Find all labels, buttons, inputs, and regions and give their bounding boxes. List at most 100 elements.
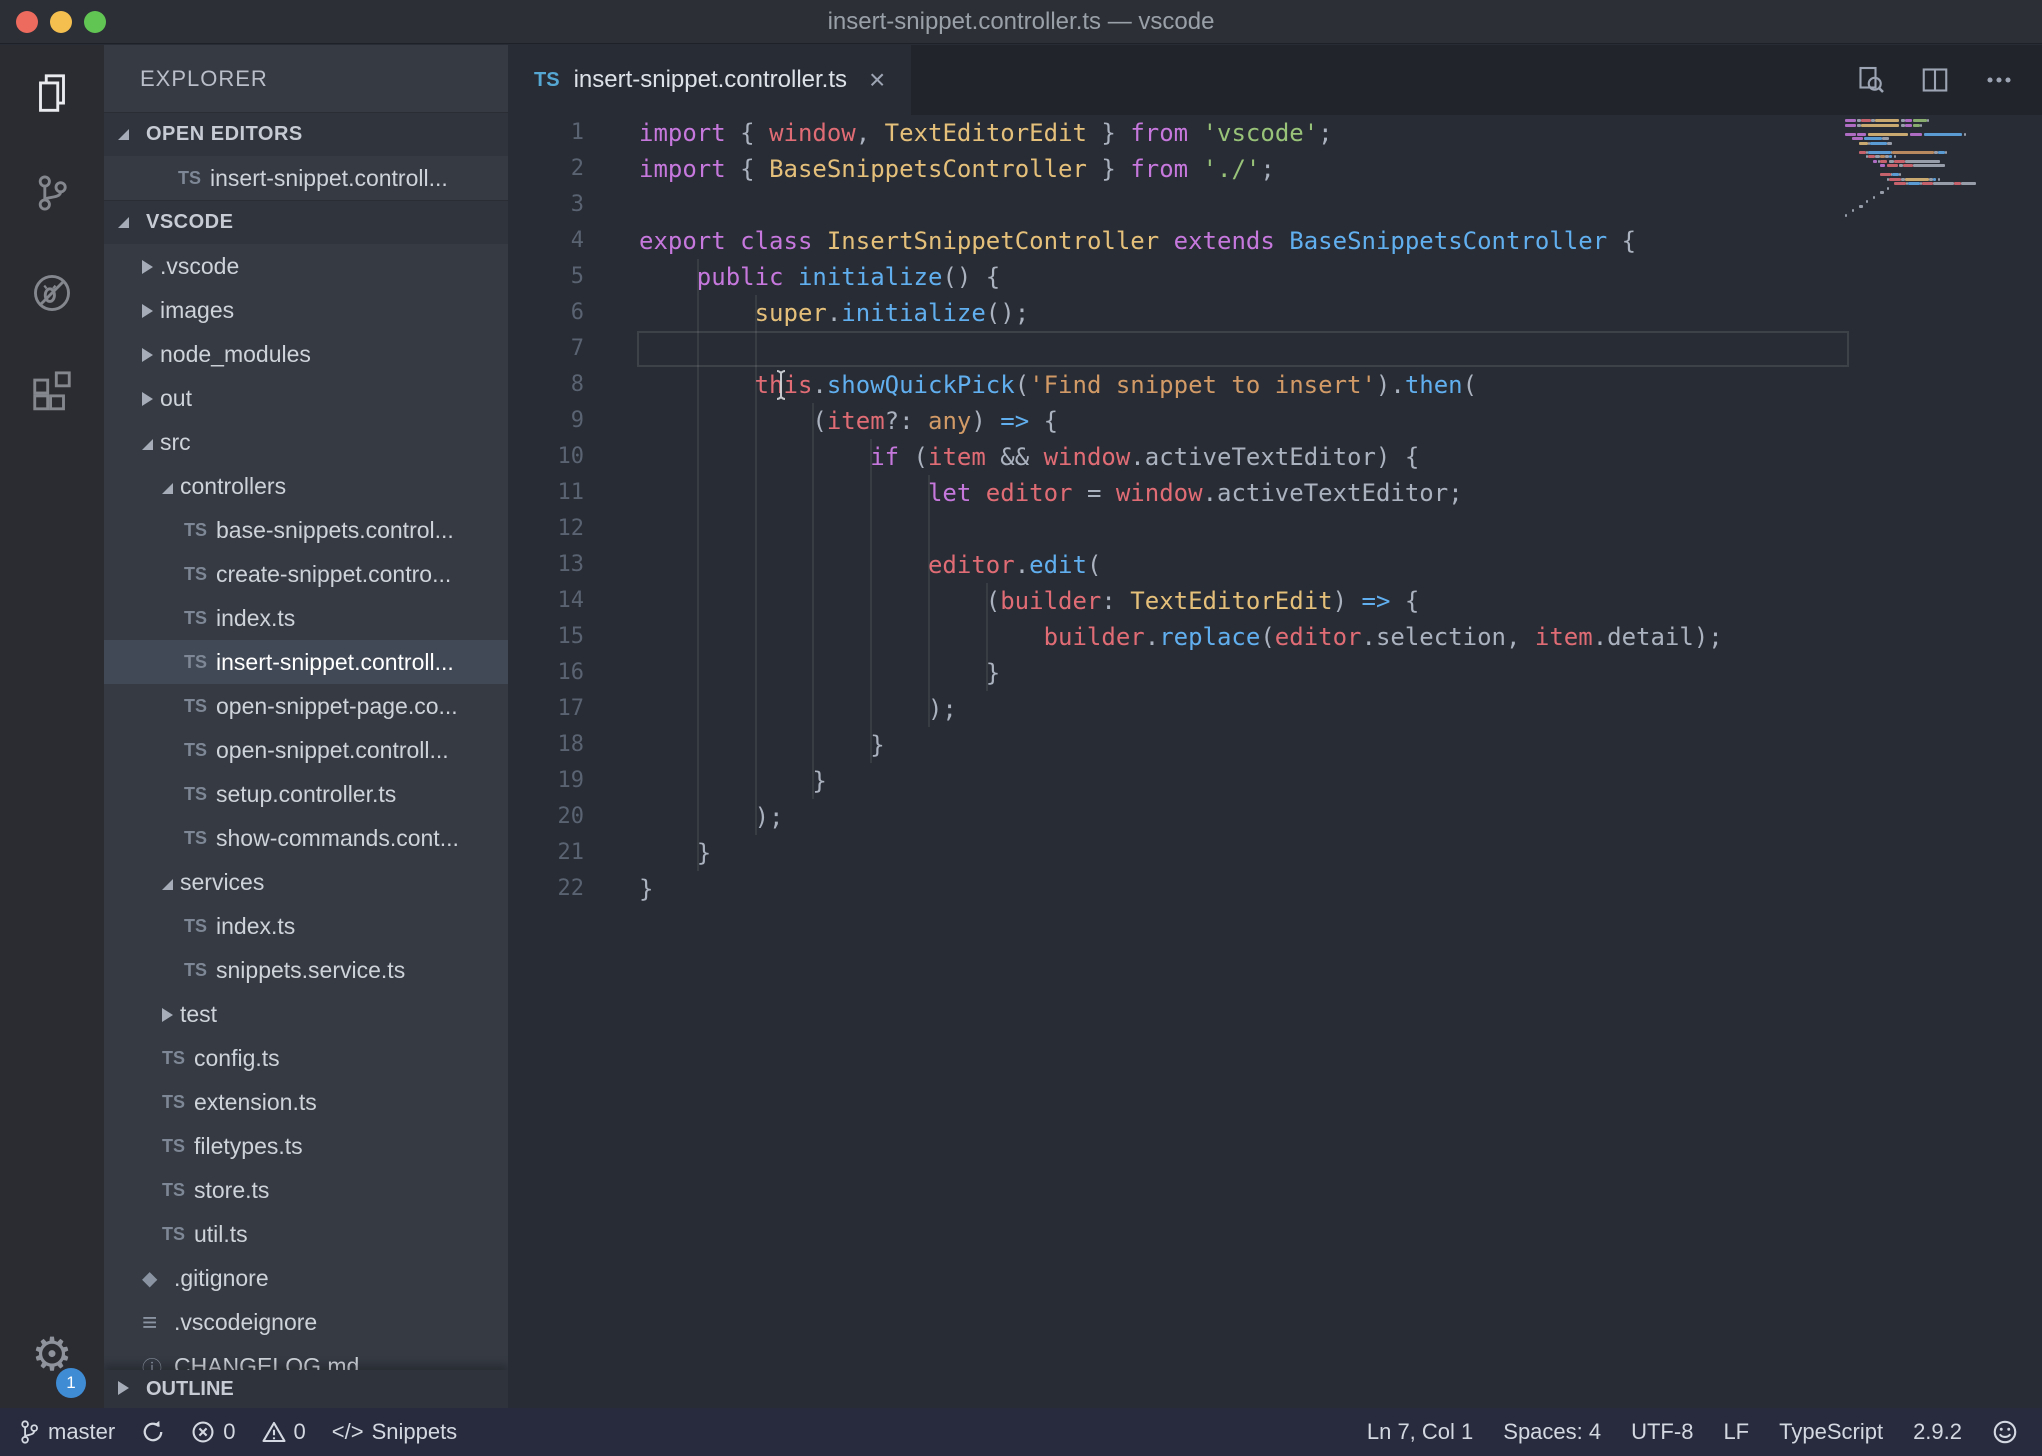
tree-item-controllers[interactable]: controllers [104,464,508,508]
tree-item-gitignore[interactable]: ◆ .gitignore [104,1256,508,1300]
tree-item-src[interactable]: src [104,420,508,464]
line-number[interactable]: 10 [508,439,585,475]
code-line[interactable]: 3 [508,187,2042,223]
encoding-status-item[interactable]: UTF-8 [1631,1419,1693,1445]
code-line[interactable]: 15 builder.replace(editor.selection, ite… [508,619,2042,655]
sync-status-item[interactable] [141,1420,165,1444]
code-line[interactable]: 1 import { window, TextEditorEdit } from … [508,115,2042,151]
code-line[interactable]: 18 } [508,727,2042,763]
line-number[interactable]: 18 [508,727,585,763]
line-number[interactable]: 4 [508,223,584,259]
errors-status-item[interactable]: 0 [191,1419,236,1445]
line-number[interactable]: 21 [508,835,585,871]
line-number[interactable]: 9 [508,403,584,439]
tree-item-create-snippet-contro[interactable]: TS create-snippet.contro... [104,552,508,596]
line-number[interactable]: 1 [508,115,584,151]
typescript-version-status-item[interactable]: 2.9.2 [1913,1419,1962,1445]
code-line[interactable]: 14 (builder: TextEditorEdit) => { [508,583,2042,619]
line-number[interactable]: 17 [508,691,585,727]
activity-extensions-button[interactable] [0,345,104,445]
line-number[interactable]: 11 [508,475,585,511]
tree-item-config-ts[interactable]: TS config.ts [104,1036,508,1080]
folder-section-header[interactable]: VSCODE [104,200,508,244]
tree-item-open-snippet-page-co[interactable]: TS open-snippet-page.co... [104,684,508,728]
tab-insert-snippet-controller[interactable]: TS insert-snippet.controller.ts × [508,45,912,115]
line-number[interactable]: 13 [508,547,585,583]
tree-item-filetypes-ts[interactable]: TS filetypes.ts [104,1124,508,1168]
eol-status-item[interactable]: LF [1723,1419,1749,1445]
line-number[interactable]: 2 [508,151,584,187]
code-line[interactable]: 19 } [508,763,2042,799]
language-mode-status-item[interactable]: TypeScript [1779,1419,1883,1445]
tree-item-node-modules[interactable]: node_modules [104,332,508,376]
cursor-position-status-item[interactable]: Ln 7, Col 1 [1367,1419,1473,1445]
open-editors-header[interactable]: OPEN EDITORS [104,112,508,156]
code-line[interactable]: 4 export class InsertSnippetController ex… [508,223,2042,259]
more-actions-icon[interactable] [1984,65,2014,95]
tree-item-services[interactable]: services [104,860,508,904]
activity-debug-button[interactable] [0,245,104,345]
code-line[interactable]: 16 } [508,655,2042,691]
code-line[interactable]: 2 import { BaseSnippetsController } from … [508,151,2042,187]
settings-button[interactable]: ⚙ 1 [0,1306,104,1402]
split-editor-icon[interactable] [1920,65,1950,95]
tree-item-vscodeignore[interactable]: ≡ .vscodeignore [104,1300,508,1344]
tree-item-index-ts[interactable]: TS index.ts [104,904,508,948]
line-number[interactable]: 3 [508,187,584,223]
tree-item-base-snippets-control[interactable]: TS base-snippets.control... [104,508,508,552]
code-line[interactable]: 8 this.showQuickPick('Find snippet to in… [508,367,2042,403]
line-number[interactable]: 7 [508,331,584,367]
code-line[interactable]: 10 if (item && window.activeTextEditor) … [508,439,2042,475]
line-number[interactable]: 6 [508,295,584,331]
language-mode-label: TypeScript [1779,1419,1884,1444]
tree-item-setup-controller-ts[interactable]: TS setup.controller.ts [104,772,508,816]
chevron-expanded-icon [142,429,160,456]
code-line[interactable]: 22} [508,871,2042,907]
line-number[interactable]: 12 [508,511,585,547]
snippets-extension-status-item[interactable]: </> Snippets [332,1419,457,1445]
feedback-status-item[interactable] [1992,1419,2018,1445]
tree-item-out[interactable]: out [104,376,508,420]
tree-item-open-snippet-controll[interactable]: TS open-snippet.controll... [104,728,508,772]
tree-item-images[interactable]: images [104,288,508,332]
line-number[interactable]: 15 [508,619,585,655]
tree-item-index-ts[interactable]: TS index.ts [104,596,508,640]
tree-item-snippets-service-ts[interactable]: TS snippets.service.ts [104,948,508,992]
code-line[interactable]: 11 let editor = window.activeTextEditor; [508,475,2042,511]
tree-item-util-ts[interactable]: TS util.ts [104,1212,508,1256]
tree-item-insert-snippet-controll[interactable]: TS insert-snippet.controll... [104,156,508,200]
code-line[interactable]: 7 [508,331,2042,367]
tree-item-store-ts[interactable]: TS store.ts [104,1168,508,1212]
code-line[interactable]: 5 public initialize() { [508,259,2042,295]
line-number[interactable]: 22 [508,871,585,907]
line-number[interactable]: 16 [508,655,585,691]
tree-item-show-commands-cont[interactable]: TS show-commands.cont... [104,816,508,860]
code-line[interactable]: 20 ); [508,799,2042,835]
line-number[interactable]: 14 [508,583,585,619]
outline-section-header[interactable]: OUTLINE [104,1370,508,1408]
activity-explorer-button[interactable] [0,45,104,145]
tree-item-insert-snippet-controll[interactable]: TS insert-snippet.controll... [104,640,508,684]
tree-item-test[interactable]: test [104,992,508,1036]
line-number[interactable]: 5 [508,259,584,295]
code-line[interactable]: 12 [508,511,2042,547]
code-line[interactable]: 13 editor.edit( [508,547,2042,583]
activity-source-control-button[interactable] [0,145,104,245]
snippets-extension-label: Snippets [371,1419,458,1444]
code-line[interactable]: 17 ); [508,691,2042,727]
warnings-status-item[interactable]: 0 [261,1419,306,1445]
line-number[interactable]: 19 [508,763,585,799]
line-number[interactable]: 20 [508,799,585,835]
code-editor[interactable]: 1 import { window, TextEditorEdit } from … [508,115,2042,1408]
close-tab-icon[interactable]: × [861,64,885,96]
code-line[interactable]: 9 (item?: any) => { [508,403,2042,439]
line-number[interactable]: 8 [508,367,584,403]
search-in-file-icon[interactable] [1856,65,1886,95]
code-line[interactable]: 21 } [508,835,2042,871]
git-branch-status-item[interactable]: master [18,1419,115,1445]
tree-item-extension-ts[interactable]: TS extension.ts [104,1080,508,1124]
minimap[interactable] [1845,119,1997,218]
tree-item-vscode[interactable]: .vscode [104,244,508,288]
indentation-status-item[interactable]: Spaces: 4 [1503,1419,1601,1445]
code-line[interactable]: 6 super.initialize(); [508,295,2042,331]
